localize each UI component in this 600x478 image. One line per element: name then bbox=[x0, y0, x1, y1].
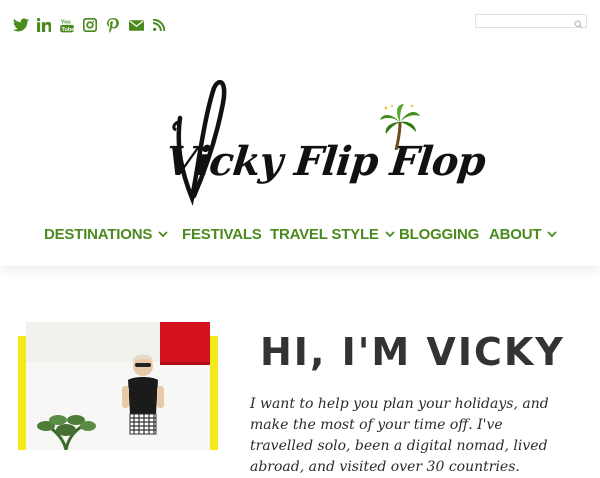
nav-item-label: FESTIVALS bbox=[182, 225, 262, 243]
site-header: Vicky Flip Flop DESTINATIONS FESTIVALS T… bbox=[0, 48, 600, 266]
pinterest-icon[interactable] bbox=[105, 17, 121, 33]
search-box[interactable] bbox=[475, 14, 587, 32]
nav-item-label: DESTINATIONS bbox=[44, 225, 153, 243]
intro-heading: HI, I'M VICKY bbox=[260, 330, 565, 374]
nav-item-label: BLOGGING bbox=[399, 225, 480, 243]
email-icon[interactable] bbox=[128, 17, 144, 33]
chevron-down-icon bbox=[158, 230, 168, 237]
plant-icon bbox=[37, 415, 96, 450]
nav-item-label: ABOUT bbox=[489, 225, 542, 243]
logo-text: Vicky Flip Flop bbox=[163, 138, 488, 185]
nav-item-destinations[interactable]: DESTINATIONS bbox=[44, 222, 168, 246]
profile-photo bbox=[18, 322, 218, 450]
top-bar: You Tube bbox=[0, 0, 600, 48]
site-logo[interactable]: Vicky Flip Flop bbox=[164, 78, 487, 208]
rss-icon[interactable] bbox=[151, 17, 167, 33]
instagram-icon[interactable] bbox=[82, 17, 98, 33]
chevron-down-icon bbox=[385, 230, 395, 237]
person-photo bbox=[122, 354, 164, 435]
main-nav: DESTINATIONS FESTIVALS TRAVEL STYLE BLOG… bbox=[0, 222, 600, 246]
svg-text:You: You bbox=[61, 19, 71, 25]
nav-item-travel-style[interactable]: TRAVEL STYLE bbox=[270, 222, 395, 246]
linkedin-icon[interactable] bbox=[36, 17, 52, 33]
search-input[interactable] bbox=[476, 19, 578, 32]
twitter-icon[interactable] bbox=[13, 17, 29, 33]
photo-image bbox=[26, 322, 210, 450]
social-links: You Tube bbox=[13, 17, 174, 33]
search-icon[interactable] bbox=[574, 16, 583, 34]
nav-item-blogging[interactable]: BLOGGING bbox=[399, 222, 479, 246]
palm-tree-icon bbox=[380, 104, 420, 150]
nav-item-label: TRAVEL STYLE bbox=[270, 225, 379, 243]
nav-item-about[interactable]: ABOUT bbox=[489, 222, 557, 246]
intro-text: I want to help you plan your holidays, a… bbox=[250, 396, 549, 475]
youtube-icon[interactable]: You Tube bbox=[59, 17, 75, 33]
nav-item-festivals[interactable]: FESTIVALS bbox=[182, 222, 262, 246]
svg-text:Tube: Tube bbox=[62, 26, 74, 32]
chevron-down-icon bbox=[547, 230, 557, 237]
